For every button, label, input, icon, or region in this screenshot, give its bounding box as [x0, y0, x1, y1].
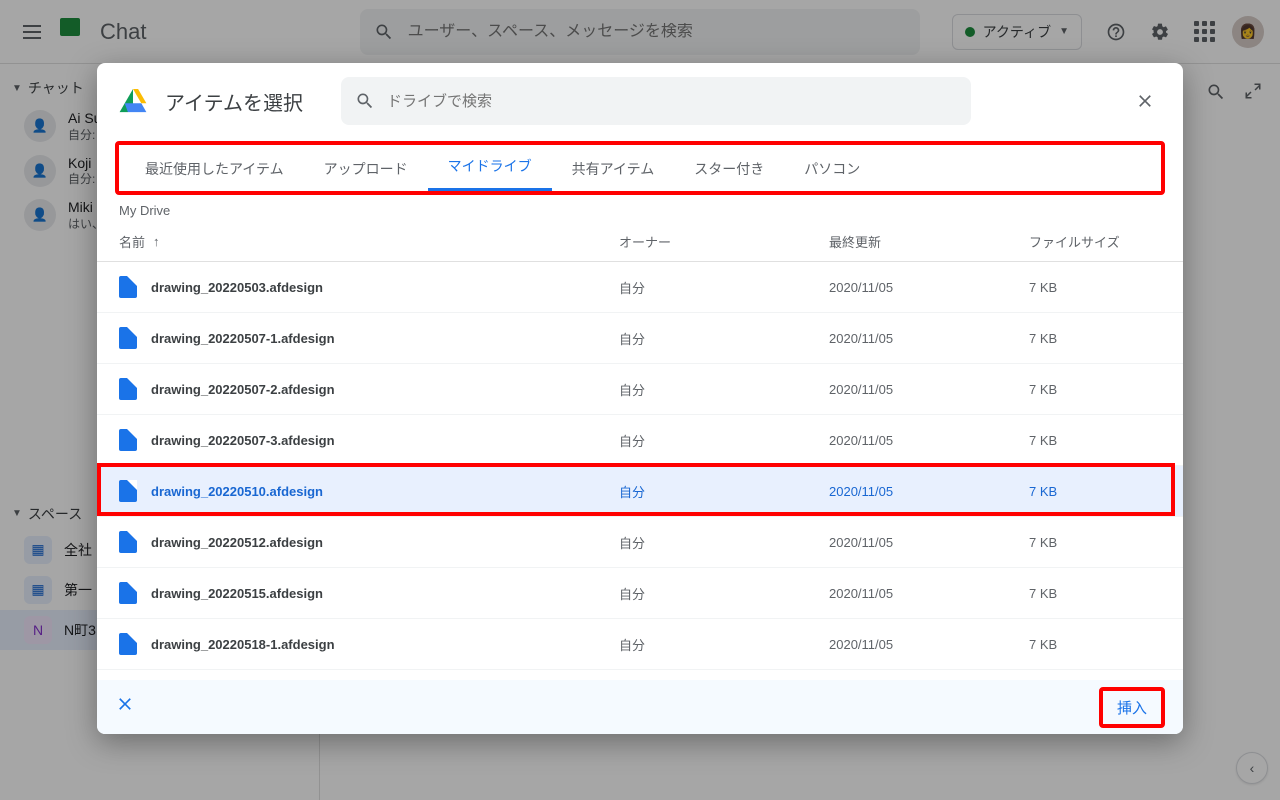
file-row[interactable]: drawing_20220515.afdesign 自分 2020/11/05 …	[97, 568, 1183, 619]
file-date: 2020/11/05	[829, 331, 1029, 346]
file-size: 7 KB	[1029, 433, 1161, 448]
file-size: 7 KB	[1029, 280, 1161, 295]
file-size: 7 KB	[1029, 535, 1161, 550]
file-owner: 自分	[619, 533, 829, 552]
file-icon	[119, 276, 137, 298]
file-owner: 自分	[619, 635, 829, 654]
column-name[interactable]: 名前 ↑	[119, 232, 619, 251]
file-icon	[119, 480, 137, 502]
file-list-header: 名前 ↑ オーナー 最終更新 ファイルサイズ	[97, 226, 1183, 262]
drive-search-input[interactable]	[387, 93, 957, 110]
file-icon	[119, 582, 137, 604]
file-row[interactable]: drawing_20220518-1.afdesign 自分 2020/11/0…	[97, 619, 1183, 670]
file-date: 2020/11/05	[829, 382, 1029, 397]
file-row[interactable]: drawing_20220510.afdesign 自分 2020/11/05 …	[97, 466, 1183, 517]
footer-close-button[interactable]	[115, 694, 135, 720]
picker-tab[interactable]: パソコン	[784, 145, 880, 191]
file-icon	[119, 633, 137, 655]
insert-button[interactable]: 挿入	[1099, 687, 1165, 728]
column-modified[interactable]: 最終更新	[829, 232, 1029, 251]
file-icon	[119, 531, 137, 553]
picker-tab[interactable]: 最近使用したアイテム	[125, 145, 304, 191]
file-owner: 自分	[619, 431, 829, 450]
picker-tabs: 最近使用したアイテムアップロードマイドライブ共有アイテムスター付きパソコン	[115, 141, 1165, 195]
file-size: 7 KB	[1029, 586, 1161, 601]
file-row[interactable]: drawing_20220507-2.afdesign 自分 2020/11/0…	[97, 364, 1183, 415]
file-name: drawing_20220510.afdesign	[151, 484, 323, 499]
file-owner: 自分	[619, 482, 829, 501]
file-owner: 自分	[619, 584, 829, 603]
file-owner: 自分	[619, 380, 829, 399]
file-picker-modal: アイテムを選択 最近使用したアイテムアップロードマイドライブ共有アイテムスター付…	[97, 63, 1183, 734]
file-size: 7 KB	[1029, 331, 1161, 346]
file-owner: 自分	[619, 329, 829, 348]
picker-tab[interactable]: スター付き	[674, 145, 784, 191]
file-date: 2020/11/05	[829, 586, 1029, 601]
file-row[interactable]: drawing_20220507-1.afdesign 自分 2020/11/0…	[97, 313, 1183, 364]
file-list[interactable]: drawing_20220503.afdesign 自分 2020/11/05 …	[97, 262, 1183, 680]
file-name: drawing_20220515.afdesign	[151, 586, 323, 601]
file-icon	[119, 327, 137, 349]
file-owner: 自分	[619, 278, 829, 297]
file-date: 2020/11/05	[829, 433, 1029, 448]
file-row[interactable]: drawing_20220507-3.afdesign 自分 2020/11/0…	[97, 415, 1183, 466]
search-icon	[355, 91, 375, 111]
file-icon	[119, 378, 137, 400]
file-size: 7 KB	[1029, 637, 1161, 652]
file-name: drawing_20220507-3.afdesign	[151, 433, 335, 448]
file-name: drawing_20220507-2.afdesign	[151, 382, 335, 397]
file-date: 2020/11/05	[829, 535, 1029, 550]
file-name: drawing_20220512.afdesign	[151, 535, 323, 550]
file-row[interactable]: drawing_20220503.afdesign 自分 2020/11/05 …	[97, 262, 1183, 313]
file-name: drawing_20220503.afdesign	[151, 280, 323, 295]
file-row[interactable]: drawing_20220512.afdesign 自分 2020/11/05 …	[97, 517, 1183, 568]
file-name: drawing_20220518-1.afdesign	[151, 637, 335, 652]
picker-tab[interactable]: アップロード	[304, 145, 428, 191]
view-grid-toggle[interactable]	[1143, 210, 1161, 212]
file-size: 7 KB	[1029, 484, 1161, 499]
modal-header: アイテムを選択	[97, 63, 1183, 139]
modal-footer: 挿入	[97, 680, 1183, 734]
close-icon	[115, 694, 135, 714]
drive-search[interactable]	[341, 77, 971, 125]
sort-asc-icon: ↑	[153, 234, 160, 249]
file-row[interactable]: drawing_20220518-2.afdesign 自分 2020/11/0…	[97, 670, 1183, 680]
file-date: 2020/11/05	[829, 637, 1029, 652]
picker-tab[interactable]: マイドライブ	[428, 142, 552, 191]
modal-close-button[interactable]	[1129, 85, 1161, 117]
column-owner[interactable]: オーナー	[619, 232, 829, 251]
picker-tab[interactable]: 共有アイテム	[552, 145, 675, 191]
breadcrumb[interactable]: My Drive	[119, 203, 170, 218]
drive-logo-icon	[119, 89, 147, 113]
file-date: 2020/11/05	[829, 280, 1029, 295]
file-size: 7 KB	[1029, 382, 1161, 397]
column-size[interactable]: ファイルサイズ	[1029, 232, 1161, 251]
modal-title: アイテムを選択	[165, 87, 303, 116]
close-icon	[1135, 91, 1155, 111]
file-name: drawing_20220507-1.afdesign	[151, 331, 335, 346]
file-date: 2020/11/05	[829, 484, 1029, 499]
file-icon	[119, 429, 137, 451]
